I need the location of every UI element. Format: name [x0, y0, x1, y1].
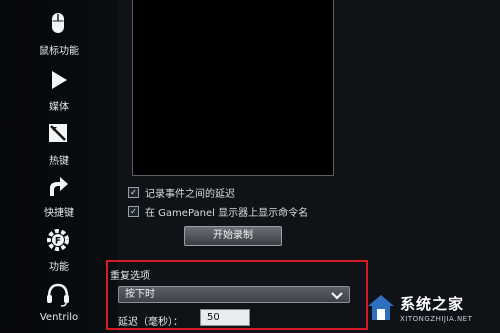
svg-text:F: F	[55, 237, 61, 247]
sidebar-item-label: 鼠标功能	[39, 46, 79, 57]
sidebar-item-label: 快捷键	[44, 208, 74, 219]
site-watermark: 系统之家 XITONGZHIJIA.NET	[366, 291, 494, 329]
record-delay-label: 记录事件之间的延迟	[145, 188, 235, 200]
record-delay-option[interactable]: ✓ 记录事件之间的延迟	[128, 185, 235, 200]
sidebar-item-functions[interactable]: F 功能	[0, 222, 118, 278]
sidebar-item-label: 功能	[49, 262, 69, 273]
delay-ms-input[interactable]: 50	[200, 309, 250, 326]
macro-recording-panel: ✓ 记录事件之间的延迟 ✓ 在 GamePanel 显示器上显示命令名 开始录制…	[106, 0, 500, 333]
watermark-url: XITONGZHIJIA.NET	[400, 315, 473, 323]
function-gear-icon: F	[44, 226, 72, 254]
sidebar-item-label: 热键	[49, 156, 69, 167]
record-delay-checkbox[interactable]: ✓	[128, 186, 139, 198]
sidebar-item-mouse-functions[interactable]: 鼠标功能	[0, 6, 118, 62]
delay-ms-label: 延迟（毫秒）：	[118, 317, 183, 328]
watermark-brand: 系统之家	[400, 295, 465, 313]
mouse-icon	[44, 10, 72, 38]
macro-preview-area	[132, 0, 334, 176]
start-recording-button[interactable]: 开始录制	[184, 226, 282, 246]
shortcut-arrow-icon	[44, 172, 72, 200]
sidebar-item-label: 媒体	[49, 102, 69, 113]
sidebar: 鼠标功能 媒体 热键 快捷键 F 功能 Ventrilo	[0, 0, 119, 333]
repeat-mode-dropdown[interactable]: 按下时	[118, 286, 350, 303]
gamepanel-display-checkbox[interactable]: ✓	[128, 205, 139, 217]
play-icon	[44, 66, 72, 94]
sidebar-item-shortcuts[interactable]: 快捷键	[0, 168, 118, 224]
repeat-options-title: 重复选项	[110, 271, 150, 282]
sidebar-item-ventrilo[interactable]: Ventrilo	[0, 276, 118, 332]
hotkey-icon	[44, 120, 72, 148]
sidebar-item-media[interactable]: 媒体	[0, 62, 118, 118]
watermark-house-icon	[366, 293, 396, 323]
gamepanel-display-option[interactable]: ✓ 在 GamePanel 显示器上显示命令名	[128, 204, 309, 219]
sidebar-item-hotkeys[interactable]: 热键	[0, 116, 118, 172]
headset-icon	[44, 280, 72, 308]
chevron-down-icon	[331, 290, 343, 300]
gamepanel-display-label: 在 GamePanel 显示器上显示命令名	[145, 207, 309, 219]
sidebar-item-label: Ventrilo	[39, 312, 79, 323]
repeat-mode-value: 按下时	[125, 289, 155, 300]
